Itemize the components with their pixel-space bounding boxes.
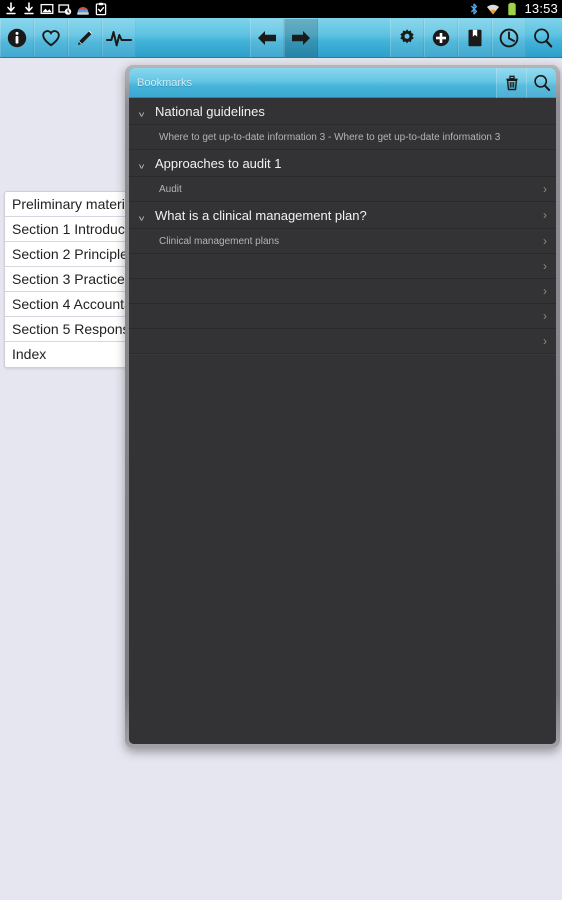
download-icon: [24, 2, 34, 15]
forward-arrow-icon: [292, 31, 310, 45]
toolbar-left-group: [0, 18, 136, 58]
bookmarks-list[interactable]: PRESCRIBING FOR NURSES AND ALLIED HEALTH…: [129, 98, 556, 744]
wifi-icon: [487, 4, 500, 15]
bookmark-label: Audit: [159, 183, 182, 195]
info-button[interactable]: [0, 19, 34, 57]
search-bookmarks-button[interactable]: [526, 68, 556, 98]
download-icon: [6, 2, 16, 15]
bluetooth-icon: [471, 3, 478, 15]
chevron-right-icon[interactable]: ›: [543, 309, 547, 323]
bookmarks-button[interactable]: [458, 19, 492, 57]
screenshot-history-icon: [58, 4, 72, 15]
bookmark-label: Approaches to audit 1: [155, 155, 282, 171]
collapse-caret-icon[interactable]: ^: [129, 210, 155, 222]
delete-bookmarks-button[interactable]: [496, 68, 526, 98]
bookmarks-panel-actions: [496, 68, 556, 98]
bookmark-row[interactable]: ›: [129, 329, 556, 354]
bookmarks-panel-frame: Bookmarks ^ National guidelines Where to…: [125, 64, 560, 748]
bookmark-row[interactable]: ›: [129, 254, 556, 279]
toolbar-nav-group: [250, 18, 318, 58]
android-status-bar: 13:53: [0, 0, 562, 18]
collapse-caret-icon[interactable]: ^: [129, 158, 155, 170]
collapse-caret-icon[interactable]: ^: [129, 106, 155, 118]
bookmark-row[interactable]: ^ What is a clinical management plan? ›: [129, 202, 556, 229]
history-clock-icon: [499, 28, 519, 48]
bookmark-label: National guidelines: [155, 103, 265, 119]
settings-gear-icon: [400, 29, 414, 44]
add-button[interactable]: [424, 19, 458, 57]
bookmark-row[interactable]: Audit ›: [129, 177, 556, 202]
bookmark-label: What is a clinical management plan?: [155, 207, 367, 223]
back-arrow-icon: [258, 31, 276, 45]
chevron-right-icon[interactable]: ›: [543, 208, 547, 222]
bookmark-row[interactable]: ^ National guidelines: [129, 98, 556, 125]
favourite-button[interactable]: [34, 19, 68, 57]
pulse-ecg-icon: [106, 31, 132, 47]
forward-button[interactable]: [284, 19, 318, 57]
bookmarks-panel: Bookmarks ^ National guidelines Where to…: [129, 68, 556, 744]
status-bar-clock: 13:53: [524, 1, 558, 16]
bookmarks-panel-header: Bookmarks: [129, 68, 556, 98]
annotate-button[interactable]: [68, 19, 102, 57]
app-root: 13:53 Preliminary material Section 1 Int…: [0, 0, 562, 900]
bookmark-row[interactable]: Where to get up-to-date information 3 - …: [129, 125, 556, 150]
annotate-pencil-icon: [78, 30, 93, 45]
add-plus-icon: [432, 29, 450, 47]
image-icon: [40, 3, 54, 15]
toolbar-right-group: [390, 18, 560, 58]
bookmark-label: Where to get up-to-date information 3 - …: [159, 131, 501, 143]
clipboard-check-icon: [95, 2, 107, 16]
search-icon: [533, 74, 550, 91]
settings-button[interactable]: [390, 19, 424, 57]
chevron-right-icon[interactable]: ›: [543, 234, 547, 248]
bookmark-label: Clinical management plans: [159, 235, 280, 247]
bookmark-icon: [468, 29, 482, 47]
history-button[interactable]: [492, 19, 526, 57]
status-bar-system: 13:53: [467, 2, 562, 16]
battery-icon: [508, 2, 517, 16]
bookmarks-panel-title: Bookmarks: [137, 76, 193, 89]
bookmark-row[interactable]: Clinical management plans ›: [129, 229, 556, 254]
info-icon: [7, 28, 27, 48]
delete-trash-icon: [505, 75, 518, 90]
bookmark-row[interactable]: ^ Approaches to audit 1: [129, 150, 556, 177]
chevron-right-icon[interactable]: ›: [543, 182, 547, 196]
status-bar-notifications: [0, 2, 108, 16]
chevron-right-icon[interactable]: ›: [543, 334, 547, 348]
vitals-button[interactable]: [102, 19, 136, 57]
chevron-right-icon[interactable]: ›: [543, 259, 547, 273]
app-update-icon: [77, 7, 89, 15]
favourite-heart-icon: [42, 30, 60, 47]
chevron-right-icon[interactable]: ›: [543, 284, 547, 298]
bookmark-row[interactable]: ›: [129, 304, 556, 329]
back-button[interactable]: [250, 19, 284, 57]
search-icon: [534, 28, 553, 48]
search-button[interactable]: [526, 19, 560, 57]
bookmark-row[interactable]: ›: [129, 279, 556, 304]
app-toolbar: [0, 18, 562, 76]
